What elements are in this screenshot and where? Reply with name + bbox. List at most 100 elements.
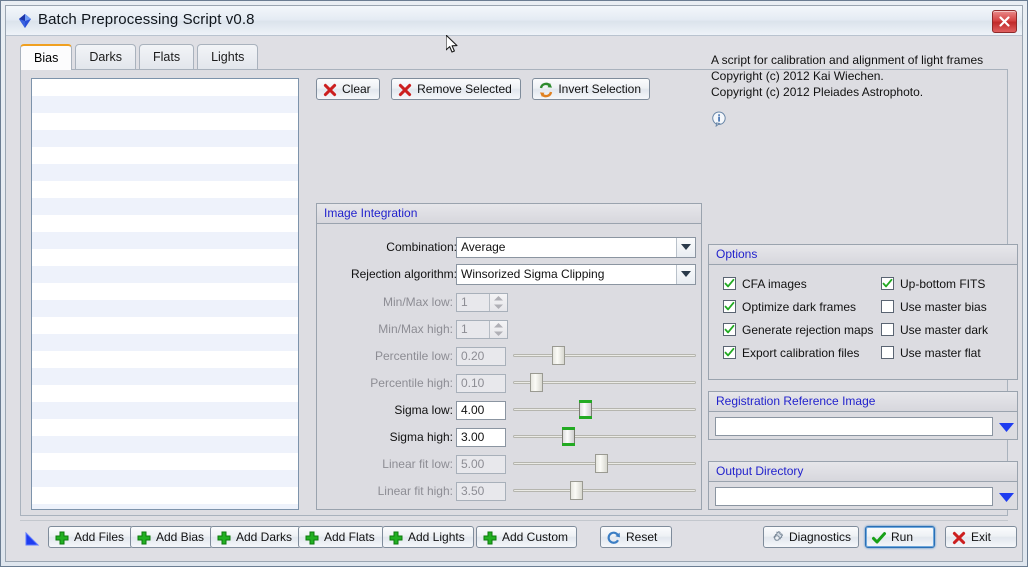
- options-title: Options: [709, 245, 1017, 265]
- sigma-high-slider[interactable]: [513, 427, 696, 446]
- checkbox-box[interactable]: [723, 346, 736, 359]
- file-list-row[interactable]: [32, 130, 298, 147]
- file-list-row[interactable]: [32, 215, 298, 232]
- image-integration-group: Image Integration Combination: Average R…: [316, 203, 702, 510]
- chevron-down-icon[interactable]: [998, 420, 1015, 438]
- tab-darks[interactable]: Darks: [75, 44, 136, 69]
- file-list-row[interactable]: [32, 470, 298, 487]
- reset-button[interactable]: Reset: [600, 526, 672, 548]
- add-bias-button[interactable]: Add Bias: [130, 526, 214, 548]
- sigma-low-slider[interactable]: [513, 400, 696, 419]
- invert-selection-button[interactable]: Invert Selection: [532, 78, 651, 100]
- file-list[interactable]: [31, 78, 299, 510]
- script-description: A script for calibration and alignment o…: [711, 52, 983, 100]
- min-max-low-label: Min/Max low:: [382, 295, 453, 309]
- add-darks-button[interactable]: Add Darks: [210, 526, 302, 548]
- file-list-row[interactable]: [32, 300, 298, 317]
- file-list-row[interactable]: [32, 198, 298, 215]
- slider-track: [513, 408, 696, 411]
- screenshot-root: Batch Preprocessing Script v0.8 Bias Dar…: [0, 0, 1028, 567]
- window-title: Batch Preprocessing Script v0.8: [38, 11, 255, 28]
- plus-green-icon: [304, 530, 320, 546]
- checkbox-box[interactable]: [723, 300, 736, 313]
- percentile-high-slider: [513, 373, 696, 392]
- registration-reference-input[interactable]: [715, 417, 993, 436]
- checkbox-label: CFA images: [742, 277, 807, 291]
- file-list-row[interactable]: [32, 334, 298, 351]
- add-flats-button[interactable]: Add Flats: [298, 526, 384, 548]
- sigma-low-input[interactable]: 4.00: [456, 401, 506, 420]
- file-list-row[interactable]: [32, 147, 298, 164]
- slider-track: [513, 489, 696, 492]
- checkbox-box[interactable]: [881, 277, 894, 290]
- file-list-row[interactable]: [32, 317, 298, 334]
- file-list-row[interactable]: [32, 164, 298, 181]
- file-list-row[interactable]: [32, 453, 298, 470]
- file-list-row[interactable]: [32, 436, 298, 453]
- exit-label: Exit: [971, 530, 992, 544]
- checkbox-box[interactable]: [881, 300, 894, 313]
- file-list-row[interactable]: [32, 351, 298, 368]
- output-directory-input[interactable]: [715, 487, 993, 506]
- file-list-row[interactable]: [32, 368, 298, 385]
- clear-button[interactable]: Clear: [316, 78, 380, 100]
- chevron-down-icon[interactable]: [998, 490, 1015, 508]
- info-icon[interactable]: [711, 111, 727, 128]
- run-button[interactable]: Run: [865, 526, 935, 548]
- file-list-row[interactable]: [32, 402, 298, 419]
- file-list-row[interactable]: [32, 249, 298, 266]
- add-custom-button[interactable]: Add Custom: [476, 526, 578, 548]
- slider-knob[interactable]: [562, 427, 575, 446]
- add-lights-label: Add Lights: [408, 530, 465, 544]
- slider-knob: [552, 346, 565, 365]
- chevron-down-icon[interactable]: [676, 265, 695, 284]
- x-red-icon: [322, 82, 338, 98]
- combination-select[interactable]: Average: [456, 237, 696, 258]
- checkbox-box[interactable]: [723, 323, 736, 336]
- chevron-down-icon[interactable]: [676, 238, 695, 257]
- tab-flats[interactable]: Flats: [138, 44, 195, 69]
- file-list-row[interactable]: [32, 266, 298, 283]
- resize-grip-icon[interactable]: [24, 531, 40, 547]
- diagnostics-button[interactable]: Diagnostics: [763, 526, 859, 548]
- checkbox-label: Generate rejection maps: [742, 323, 874, 337]
- tab-bias[interactable]: Bias: [20, 44, 73, 70]
- application-window: Batch Preprocessing Script v0.8 Bias Dar…: [0, 0, 1028, 567]
- description-line-3: Copyright (c) 2012 Pleiades Astrophoto.: [711, 85, 924, 99]
- rejection-algorithm-select[interactable]: Winsorized Sigma Clipping: [456, 264, 696, 285]
- list-toolbar: Clear Remove Selected Invert Selection: [316, 78, 657, 100]
- slider-knob[interactable]: [579, 400, 592, 419]
- linear-fit-low-input: 5.00: [456, 455, 506, 474]
- checkbox-label: Optimize dark frames: [742, 300, 857, 314]
- file-list-row[interactable]: [32, 504, 298, 509]
- sigma-low-label: Sigma low:: [394, 403, 453, 417]
- checkbox-box[interactable]: [881, 323, 894, 336]
- description-line-1: A script for calibration and alignment o…: [711, 53, 984, 67]
- add-files-label: Add Files: [74, 530, 125, 544]
- slider-knob: [595, 454, 608, 473]
- tab-lights[interactable]: Lights: [197, 44, 259, 69]
- remove-selected-button[interactable]: Remove Selected: [391, 78, 521, 100]
- exit-button[interactable]: Exit: [945, 526, 1017, 548]
- file-list-row[interactable]: [32, 96, 298, 113]
- file-list-row[interactable]: [32, 79, 298, 96]
- add-files-button[interactable]: Add Files: [48, 526, 134, 548]
- x-red-icon: [951, 530, 967, 546]
- combination-value: Average: [461, 240, 506, 254]
- file-list-row[interactable]: [32, 113, 298, 130]
- file-list-row[interactable]: [32, 283, 298, 300]
- plus-green-icon: [136, 530, 152, 546]
- add-lights-button[interactable]: Add Lights: [382, 526, 474, 548]
- close-button[interactable]: [992, 10, 1017, 33]
- run-label: Run: [891, 530, 914, 544]
- min-max-high-label: Min/Max high:: [378, 322, 453, 336]
- file-list-row[interactable]: [32, 181, 298, 198]
- min-max-low-spinner: [489, 294, 507, 311]
- file-list-row[interactable]: [32, 232, 298, 249]
- sigma-high-input[interactable]: 3.00: [456, 428, 506, 447]
- file-list-row[interactable]: [32, 487, 298, 504]
- checkbox-box[interactable]: [881, 346, 894, 359]
- file-list-row[interactable]: [32, 419, 298, 436]
- checkbox-box[interactable]: [723, 277, 736, 290]
- file-list-row[interactable]: [32, 385, 298, 402]
